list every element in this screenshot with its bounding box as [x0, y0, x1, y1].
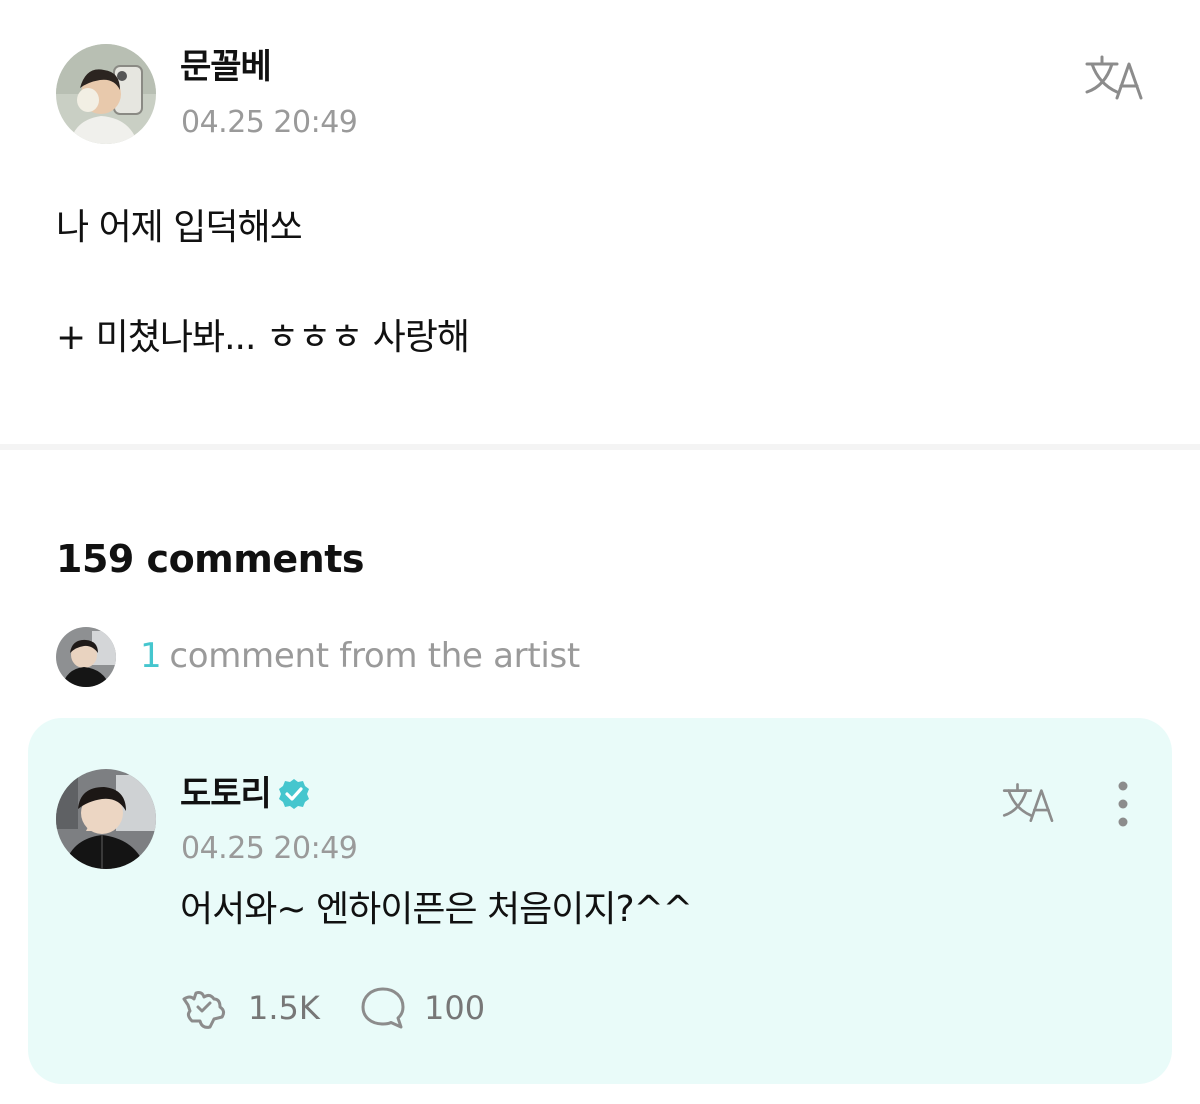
- reply-count: 100: [424, 989, 486, 1027]
- post-body-line: 나 어제 입덕해쏘: [56, 207, 303, 248]
- artist-comments-label: 1 comment from the artist: [140, 633, 580, 679]
- avatar-image: [56, 44, 156, 144]
- artist-comments-link[interactable]: 1 comment from the artist: [56, 625, 756, 689]
- comment-bubble-icon: [361, 987, 405, 1029]
- post-body-line: + 미쳤나봐... ㅎㅎㅎ 사랑해: [56, 317, 470, 358]
- more-vertical-icon[interactable]: [1110, 778, 1136, 830]
- artist-comment-timestamp: 04.25 20:49: [181, 831, 358, 866]
- post-author-name[interactable]: 문꼴베: [180, 44, 272, 90]
- reaction-count: 1.5K: [248, 989, 320, 1027]
- artist-comment-card: 도토리 04.25 20:49 어서와~ 엔하이픈은 처음이지?^^ 1.5K …: [28, 718, 1172, 1084]
- artist-comment-author-name: 도토리: [180, 774, 272, 814]
- post-timestamp: 04.25 20:49: [181, 105, 358, 140]
- reply-button[interactable]: 100: [360, 984, 485, 1032]
- verified-badge-icon: [277, 777, 311, 811]
- artist-comment-count: 1: [140, 636, 162, 676]
- translate-icon[interactable]: [1000, 780, 1058, 826]
- translate-icon[interactable]: [1083, 52, 1147, 104]
- section-divider: [0, 444, 1200, 450]
- comments-count-heading: 159 comments: [56, 537, 364, 581]
- artist-comment-avatar[interactable]: [56, 769, 156, 869]
- artist-comment-text: comment from the artist: [169, 636, 580, 676]
- artist-avatar: [56, 627, 116, 687]
- reaction-icon: [182, 991, 226, 1029]
- post-author-avatar[interactable]: [56, 44, 156, 144]
- reaction-button[interactable]: 1.5K: [180, 984, 320, 1032]
- artist-comment-text: 어서와~ 엔하이픈은 처음이지?^^: [180, 889, 693, 930]
- artist-comment-author[interactable]: 도토리: [180, 771, 311, 817]
